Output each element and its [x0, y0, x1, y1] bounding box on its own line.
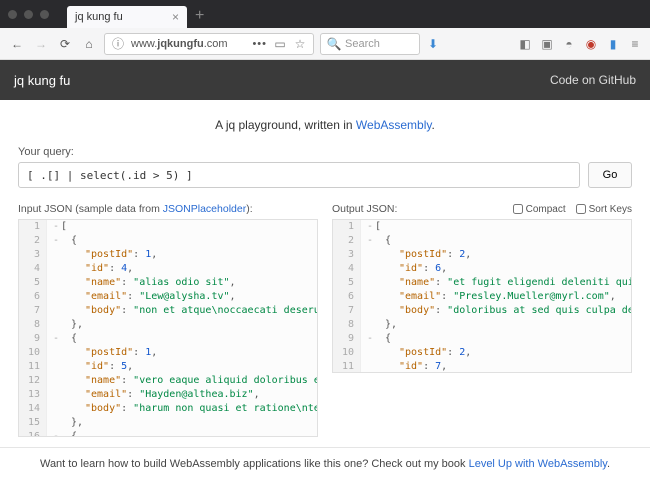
input-pane: Input JSON (sample data from JSONPlaceho… [18, 202, 318, 437]
reader-icon[interactable]: ▭ [273, 37, 287, 51]
page-actions-icon[interactable]: ••• [252, 38, 267, 50]
code-line: 2-{ [333, 234, 631, 248]
code-line: 6 "email": "Presley.Mueller@myrl.com", [333, 290, 631, 304]
code-line: 3 "postId": 2, [333, 248, 631, 262]
code-line: 13 "email": "Hayden@althea.biz", [19, 388, 317, 402]
window-controls[interactable] [8, 10, 49, 19]
output-json-label: Output JSON: [332, 203, 397, 215]
input-json-label: Input JSON (sample data from JSONPlaceho… [18, 203, 253, 215]
book-link[interactable]: Level Up with WebAssembly [469, 458, 607, 470]
search-icon: 🔍 [327, 37, 341, 51]
code-line: 10 "postId": 1, [19, 346, 317, 360]
download-icon[interactable]: ⬇ [426, 37, 440, 51]
back-button[interactable]: ← [8, 37, 26, 51]
search-bar[interactable]: 🔍 Search [320, 33, 420, 55]
url-bar[interactable]: ⓘ www.jqkungfu.com ••• ▭ ☆ [104, 33, 314, 55]
code-line: 16-{ [19, 430, 317, 437]
code-line: 14 "body": "harum non quasi et ratione\n… [19, 402, 317, 416]
compact-checkbox[interactable]: Compact [513, 204, 566, 215]
code-line: 9-{ [333, 332, 631, 346]
code-line: 4 "id": 4, [19, 262, 317, 276]
query-row: Go [18, 162, 632, 188]
window-close-icon[interactable] [8, 10, 17, 19]
code-line: 1-[ [19, 220, 317, 234]
code-line: 6 "email": "Lew@alysha.tv", [19, 290, 317, 304]
code-line: 15 }, [19, 416, 317, 430]
extension-icon[interactable]: ▮ [606, 37, 620, 51]
code-line: 7 "body": "non et atque\noccaecati deser… [19, 304, 317, 318]
code-line: 5 "name": "alias odio sit", [19, 276, 317, 290]
footer: Want to learn how to build WebAssembly a… [0, 447, 650, 474]
query-input[interactable] [18, 162, 580, 188]
code-line: 2-{ [19, 234, 317, 248]
code-line: 8 }, [19, 318, 317, 332]
app-header: jq kung fu Code on GitHub [0, 60, 650, 100]
tab-title: jq kung fu [75, 11, 123, 23]
new-tab-button[interactable]: + [195, 7, 204, 25]
window-maximize-icon[interactable] [40, 10, 49, 19]
home-button[interactable]: ⌂ [80, 37, 98, 51]
page-body: A jq playground, written in WebAssembly.… [0, 100, 650, 480]
close-tab-icon[interactable]: × [172, 10, 179, 24]
window-titlebar: jq kung fu × + [0, 0, 650, 28]
code-line: 12 "name": "vero eaque aliquid doloribus… [19, 374, 317, 388]
code-line: 10 "postId": 2, [333, 346, 631, 360]
code-line: 9-{ [19, 332, 317, 346]
search-placeholder: Search [345, 38, 380, 50]
extension-icon[interactable]: ◧ [518, 37, 532, 51]
reload-button[interactable]: ⟳ [56, 37, 74, 51]
extension-icon[interactable]: ◓ [562, 37, 576, 51]
menu-icon[interactable]: ≡ [628, 37, 642, 51]
code-line: 4 "id": 6, [333, 262, 631, 276]
code-line: 11 "id": 7, [333, 360, 631, 373]
app-title: jq kung fu [14, 73, 70, 88]
code-line: 1-[ [333, 220, 631, 234]
url-text: www.jqkungfu.com [131, 38, 246, 50]
webassembly-link[interactable]: WebAssembly [356, 118, 432, 132]
extension-icon[interactable]: ◉ [584, 37, 598, 51]
forward-button: → [32, 37, 50, 51]
toolbar-extensions: ◧ ▣ ◓ ◉ ▮ ≡ [518, 37, 642, 51]
code-line: 7 "body": "doloribus at sed quis culpa d… [333, 304, 631, 318]
github-link[interactable]: Code on GitHub [550, 73, 636, 87]
output-pane: Output JSON: Compact Sort Keys 1-[2-{3 "… [332, 202, 632, 437]
browser-toolbar: ← → ⟳ ⌂ ⓘ www.jqkungfu.com ••• ▭ ☆ 🔍 Sea… [0, 28, 650, 60]
query-label: Your query: [18, 146, 632, 158]
input-json-editor[interactable]: 1-[2-{3 "postId": 1,4 "id": 4,5 "name": … [18, 219, 318, 437]
intro-text: A jq playground, written in WebAssembly. [18, 118, 632, 132]
code-line: 5 "name": "et fugit eligendi deleniti qu… [333, 276, 631, 290]
code-line: 3 "postId": 1, [19, 248, 317, 262]
code-line: 11 "id": 5, [19, 360, 317, 374]
window-minimize-icon[interactable] [24, 10, 33, 19]
info-icon[interactable]: ⓘ [111, 37, 125, 51]
bookmark-star-icon[interactable]: ☆ [293, 37, 307, 51]
browser-tab[interactable]: jq kung fu × [67, 6, 187, 28]
code-line: 8 }, [333, 318, 631, 332]
output-json-viewer[interactable]: 1-[2-{3 "postId": 2,4 "id": 6,5 "name": … [332, 219, 632, 373]
extension-icon[interactable]: ▣ [540, 37, 554, 51]
go-button[interactable]: Go [588, 162, 632, 188]
jsonplaceholder-link[interactable]: JSONPlaceholder [163, 203, 246, 215]
sort-keys-checkbox[interactable]: Sort Keys [576, 204, 632, 215]
